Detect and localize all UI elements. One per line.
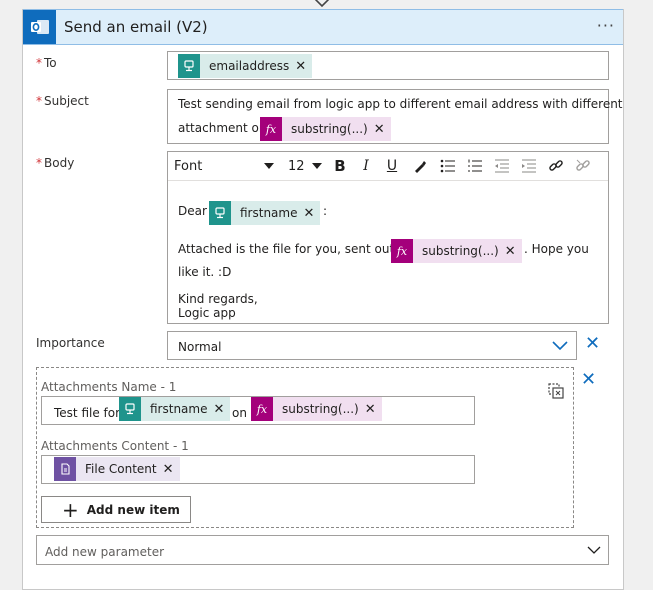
remove-token-icon[interactable]: ✕ [374, 122, 391, 137]
body-greeting: Dear [178, 204, 207, 218]
dynamic-content-icon [119, 397, 141, 421]
attachments-group: Attachments Name - 1 Test file for first… [36, 367, 574, 528]
body-greeting-colon: : [323, 204, 328, 218]
attachments-content-label: Attachments Content - 1 [41, 439, 189, 453]
remove-attachments-icon[interactable]: ✕ [581, 369, 596, 390]
body-paragraph-suffix: . Hope you [524, 242, 589, 256]
remove-token-icon[interactable]: ✕ [303, 206, 320, 221]
attachments-name-field[interactable]: Test file for firstname ✕ on fx substrin… [41, 396, 475, 425]
subject-text-line2: attachment on [178, 121, 267, 135]
subject-field[interactable]: Test sending email from logic app to dif… [167, 89, 623, 144]
add-new-parameter-placeholder: Add new parameter [45, 545, 165, 559]
remove-token-icon[interactable]: ✕ [365, 402, 382, 417]
required-mark: * [36, 94, 42, 108]
to-token[interactable]: emailaddress ✕ [178, 54, 313, 78]
attachments-content-field[interactable]: File Content ✕ [41, 455, 475, 484]
required-mark: * [36, 56, 42, 70]
font-select[interactable]: Font [174, 156, 274, 176]
delete-item-icon[interactable] [547, 382, 565, 400]
remove-token-icon[interactable]: ✕ [505, 244, 522, 259]
caret-down-icon [264, 163, 274, 169]
body-closing-line2: Logic app [178, 306, 236, 320]
fx-icon: fx [260, 117, 282, 141]
increase-indent-icon[interactable] [519, 156, 539, 176]
body-paragraph-line2: like it. :D [178, 265, 232, 279]
attachments-name-label: Attachments Name - 1 [41, 380, 177, 394]
fx-icon: fx [251, 397, 273, 421]
plus-icon: + [62, 497, 79, 522]
file-icon [54, 457, 76, 481]
remove-token-icon[interactable]: ✕ [295, 59, 312, 74]
remove-importance-icon[interactable]: ✕ [585, 333, 600, 354]
action-title: Send an email (V2) [64, 18, 208, 36]
attachments-firstname-token[interactable]: firstname ✕ [119, 397, 231, 421]
attachments-name-middle: on [232, 406, 247, 420]
body-editor[interactable]: Font 12 B I U Dear firstname ✕: Attache… [167, 151, 609, 324]
subject-label: * Subject [36, 94, 89, 108]
body-label: * Body [36, 156, 75, 170]
chevron-down-icon [587, 546, 601, 554]
more-options-button[interactable]: ··· [597, 16, 615, 35]
bold-button[interactable]: B [331, 156, 349, 176]
send-email-action-card: Send an email (V2) ··· * To emailaddress … [22, 9, 624, 590]
fx-icon: fx [391, 239, 413, 263]
chevron-down-icon [552, 341, 568, 351]
body-substring-token[interactable]: fx substring(...) ✕ [391, 239, 522, 263]
subject-substring-token[interactable]: fx substring(...) ✕ [260, 117, 391, 141]
bullet-list-icon[interactable] [438, 156, 458, 176]
dynamic-content-icon [209, 201, 231, 225]
body-closing-line1: Kind regards, [178, 292, 258, 306]
add-new-parameter-dropdown[interactable]: Add new parameter [36, 535, 609, 565]
remove-token-icon[interactable]: ✕ [163, 462, 180, 477]
underline-button[interactable]: U [383, 156, 401, 176]
to-label: * To [36, 56, 57, 70]
file-content-token[interactable]: File Content ✕ [54, 457, 180, 481]
font-size-select[interactable]: 12 [288, 156, 322, 176]
unlink-icon[interactable] [573, 156, 593, 176]
body-paragraph-line1: Attached is the file for you, sent out o… [178, 242, 413, 256]
attachments-name-prefix: Test file for [54, 406, 121, 420]
decrease-indent-icon[interactable] [492, 156, 512, 176]
required-mark: * [36, 156, 42, 170]
importance-value: Normal [178, 340, 222, 354]
subject-text-line1: Test sending email from logic app to dif… [178, 97, 623, 111]
body-firstname-token[interactable]: firstname ✕ [209, 201, 321, 225]
importance-label: Importance [36, 336, 105, 350]
link-icon[interactable] [546, 156, 566, 176]
outlook-icon [23, 10, 56, 44]
action-header[interactable]: Send an email (V2) ··· [23, 9, 623, 45]
italic-button[interactable]: I [357, 156, 375, 176]
add-new-item-button[interactable]: + Add new item [41, 496, 191, 523]
highlight-pen-icon[interactable] [410, 156, 430, 176]
to-field[interactable]: emailaddress ✕ [167, 51, 609, 80]
remove-token-icon[interactable]: ✕ [213, 402, 230, 417]
importance-dropdown[interactable]: Normal [167, 331, 577, 360]
numbered-list-icon[interactable] [465, 156, 485, 176]
caret-down-icon [312, 163, 322, 169]
rich-text-toolbar: Font 12 B I U [168, 152, 608, 181]
attachments-substring-token[interactable]: fx substring(...) ✕ [251, 397, 382, 421]
dynamic-content-icon [178, 54, 200, 78]
